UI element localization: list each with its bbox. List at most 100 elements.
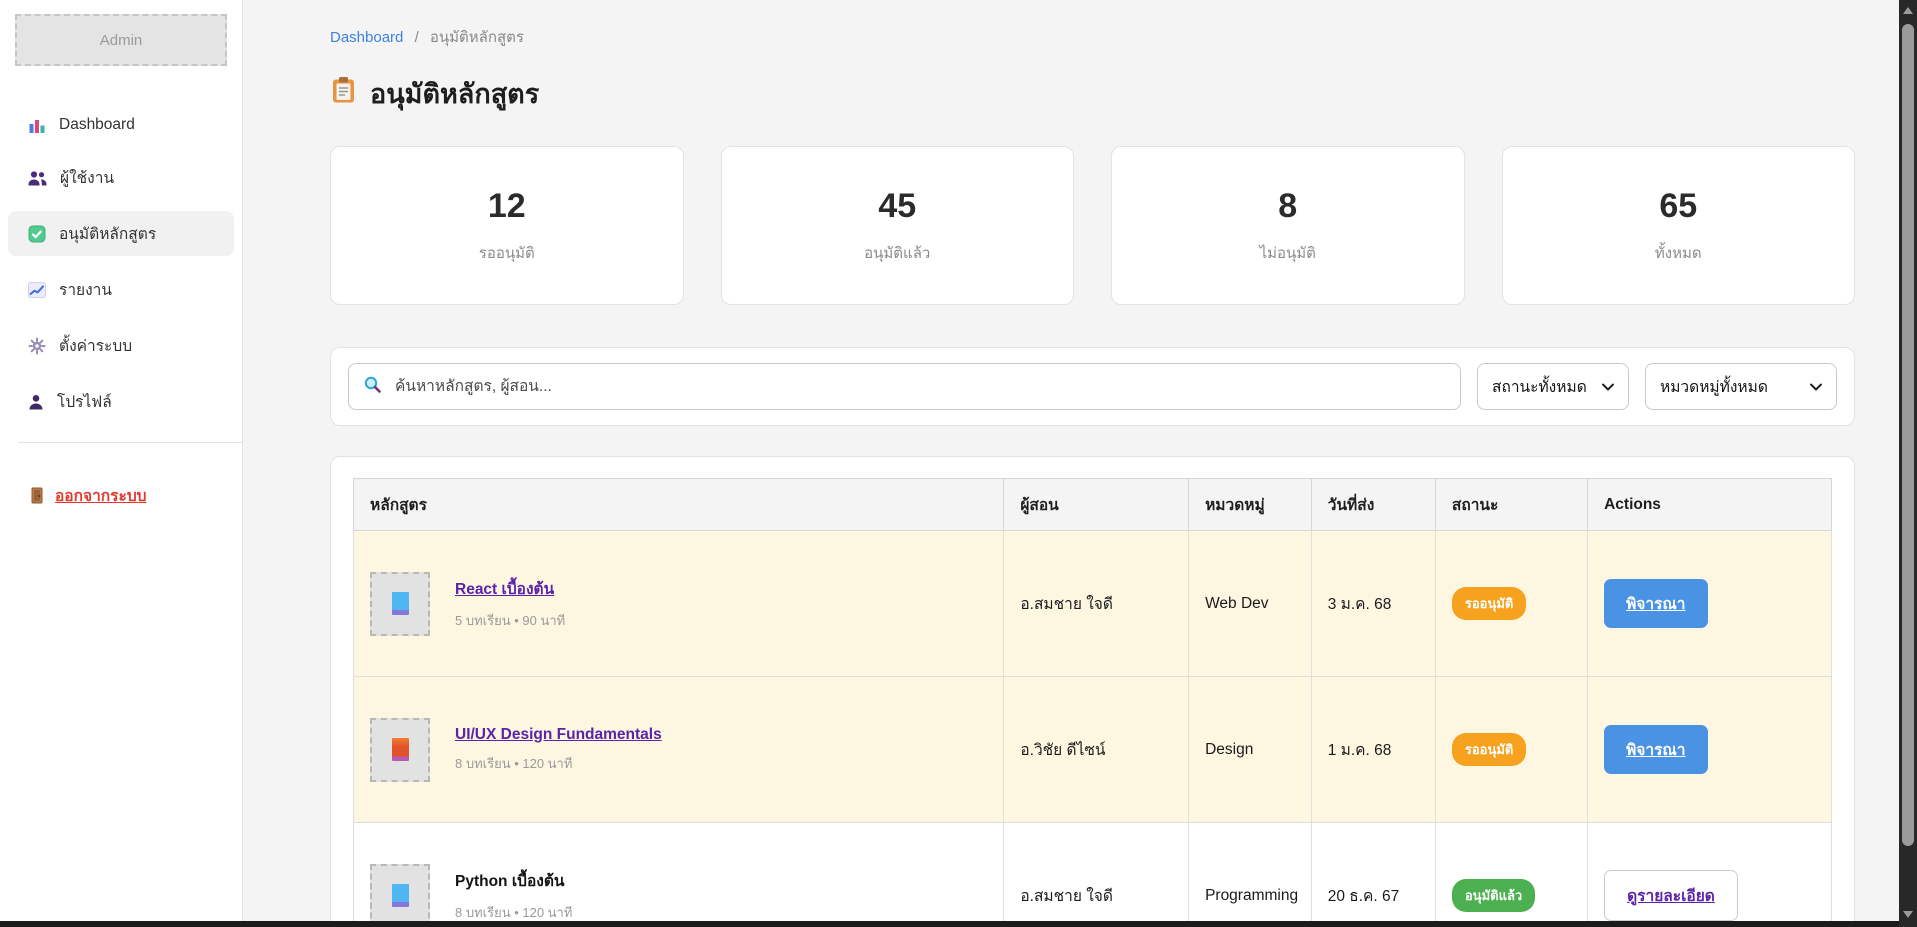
course-meta: 8 บทเรียน • 120 นาที (455, 753, 662, 774)
status-badge: รออนุมัติ (1452, 587, 1527, 620)
app-window: Admin Dashboard (0, 0, 1917, 927)
admin-logo: Admin (15, 14, 227, 66)
category-cell: Programming (1189, 823, 1312, 927)
col-header-date: วันที่ส่ง (1311, 479, 1435, 531)
table-header-row: หลักสูตร ผู้สอน หมวดหมู่ วันที่ส่ง สถานะ… (354, 479, 1832, 531)
instructor-cell: อ.วิชัย ดีไซน์ (1004, 677, 1189, 823)
search-input[interactable] (393, 377, 1446, 397)
review-button[interactable]: พิจารณา (1604, 725, 1707, 774)
line-chart-icon (28, 282, 46, 298)
sidebar-item-settings[interactable]: ตั้งค่าระบบ (8, 323, 234, 368)
breadcrumb: Dashboard / อนุมัติหลักสูตร (330, 25, 1855, 49)
stat-label: รออนุมัติ (479, 241, 535, 265)
stat-card-total: 65 ทั้งหมด (1502, 146, 1856, 305)
sidebar-item-label: รายงาน (59, 277, 112, 302)
horizontal-scrollbar[interactable] (0, 921, 1899, 927)
table-row: Python เบื้องต้น 8 บทเรียน • 120 นาที อ.… (354, 823, 1832, 927)
course-title-link[interactable]: UI/UX Design Fundamentals (455, 726, 662, 744)
col-header-status: สถานะ (1435, 479, 1587, 531)
bar-chart-icon (28, 117, 46, 134)
status-badge: รออนุมัติ (1452, 733, 1527, 766)
course-meta: 5 บทเรียน • 90 นาที (455, 610, 565, 631)
sidebar: Admin Dashboard (0, 0, 243, 927)
date-cell: 1 ม.ค. 68 (1311, 677, 1435, 823)
vertical-scrollbar[interactable] (1899, 0, 1917, 927)
stat-value: 12 (488, 187, 526, 226)
broken-image-icon (392, 884, 409, 907)
sidebar-item-users[interactable]: ผู้ใช้งาน (8, 155, 234, 200)
sidebar-item-course-approval[interactable]: อนุมัติหลักสูตร (8, 211, 234, 256)
review-button[interactable]: พิจารณา (1604, 579, 1707, 628)
course-meta: 8 บทเรียน • 120 นาที (455, 902, 572, 923)
logout-label: ออกจากระบบ (55, 483, 147, 508)
logout-link[interactable]: ออกจากระบบ (8, 473, 234, 518)
chevron-down-icon (1602, 378, 1614, 396)
stat-value: 65 (1659, 187, 1697, 226)
stats-row: 12 รออนุมัติ 45 อนุมัติแล้ว 8 ไม่อนุมัติ… (330, 146, 1855, 305)
view-details-button[interactable]: ดูรายละเอียด (1604, 870, 1738, 921)
instructor-cell: อ.สมชาย ใจดี (1004, 823, 1189, 927)
stat-label: ทั้งหมด (1655, 241, 1702, 265)
scrollbar-thumb[interactable] (1902, 24, 1914, 846)
check-square-icon (28, 225, 46, 243)
sidebar-item-label: ตั้งค่าระบบ (59, 333, 132, 358)
status-filter-value: สถานะทั้งหมด (1492, 374, 1587, 399)
col-header-actions: Actions (1588, 479, 1832, 531)
sidebar-item-label: Dashboard (59, 116, 135, 134)
course-title-link[interactable]: React เบื้องต้น (455, 576, 565, 601)
stat-label: ไม่อนุมัติ (1260, 241, 1316, 265)
main-content: Dashboard / อนุมัติหลักสูตร (243, 0, 1899, 927)
chevron-down-icon (1810, 378, 1822, 396)
breadcrumb-dashboard-link[interactable]: Dashboard (330, 29, 403, 46)
instructor-cell: อ.สมชาย ใจดี (1004, 531, 1189, 677)
broken-image-icon (392, 738, 409, 761)
scrollbar-down-arrow-icon[interactable] (1903, 911, 1913, 918)
courses-table: หลักสูตร ผู้สอน หมวดหมู่ วันที่ส่ง สถานะ… (353, 478, 1832, 927)
scrollbar-up-arrow-icon[interactable] (1903, 7, 1913, 14)
sidebar-item-label: ผู้ใช้งาน (60, 165, 114, 190)
page-title: อนุมัติหลักสูตร (330, 72, 1855, 115)
category-filter-select[interactable]: หมวดหมู่ทั้งหมด (1645, 363, 1837, 410)
sidebar-item-label: โปรไฟล์ (57, 389, 112, 414)
page-title-text: อนุมัติหลักสูตร (370, 72, 539, 115)
course-thumbnail-placeholder (370, 864, 430, 927)
status-filter-select[interactable]: สถานะทั้งหมด (1477, 363, 1629, 410)
sidebar-item-reports[interactable]: รายงาน (8, 267, 234, 312)
breadcrumb-separator: / (415, 29, 419, 46)
date-cell: 20 ธ.ค. 67 (1311, 823, 1435, 927)
stat-card-rejected: 8 ไม่อนุมัติ (1111, 146, 1465, 305)
stat-value: 8 (1278, 187, 1297, 226)
broken-image-icon (392, 592, 409, 615)
breadcrumb-current: อนุมัติหลักสูตร (430, 29, 524, 46)
stat-label: อนุมัติแล้ว (864, 241, 930, 265)
clipboard-icon (330, 76, 357, 111)
col-header-course: หลักสูตร (354, 479, 1004, 531)
col-header-instructor: ผู้สอน (1004, 479, 1189, 531)
stat-card-approved: 45 อนุมัติแล้ว (721, 146, 1075, 305)
stat-card-pending: 12 รออนุมัติ (330, 146, 684, 305)
category-filter-value: หมวดหมู่ทั้งหมด (1660, 374, 1768, 399)
status-badge: อนุมัติแล้ว (1452, 879, 1535, 912)
table-row: React เบื้องต้น 5 บทเรียน • 90 นาที อ.สม… (354, 531, 1832, 677)
course-title: Python เบื้องต้น (455, 868, 572, 893)
admin-logo-label: Admin (100, 32, 143, 49)
date-cell: 3 ม.ค. 68 (1311, 531, 1435, 677)
person-icon (28, 394, 44, 410)
search-icon (363, 375, 382, 399)
course-thumbnail-placeholder (370, 718, 430, 782)
col-header-category: หมวดหมู่ (1189, 479, 1312, 531)
sidebar-item-dashboard[interactable]: Dashboard (8, 106, 234, 144)
filter-bar: สถานะทั้งหมด หมวดหมู่ทั้งหมด (330, 347, 1855, 426)
table-row: UI/UX Design Fundamentals 8 บทเรียน • 12… (354, 677, 1832, 823)
sidebar-nav: Dashboard ผู้ใช้งาน (0, 106, 242, 424)
category-cell: Web Dev (1189, 531, 1312, 677)
course-thumbnail-placeholder (370, 572, 430, 636)
sidebar-divider (18, 442, 242, 443)
stat-value: 45 (878, 187, 916, 226)
users-icon (28, 170, 47, 186)
door-icon (30, 487, 44, 504)
courses-table-card: หลักสูตร ผู้สอน หมวดหมู่ วันที่ส่ง สถานะ… (330, 456, 1855, 927)
sidebar-item-profile[interactable]: โปรไฟล์ (8, 379, 234, 424)
gear-icon (28, 337, 46, 355)
sidebar-item-label: อนุมัติหลักสูตร (59, 221, 156, 246)
